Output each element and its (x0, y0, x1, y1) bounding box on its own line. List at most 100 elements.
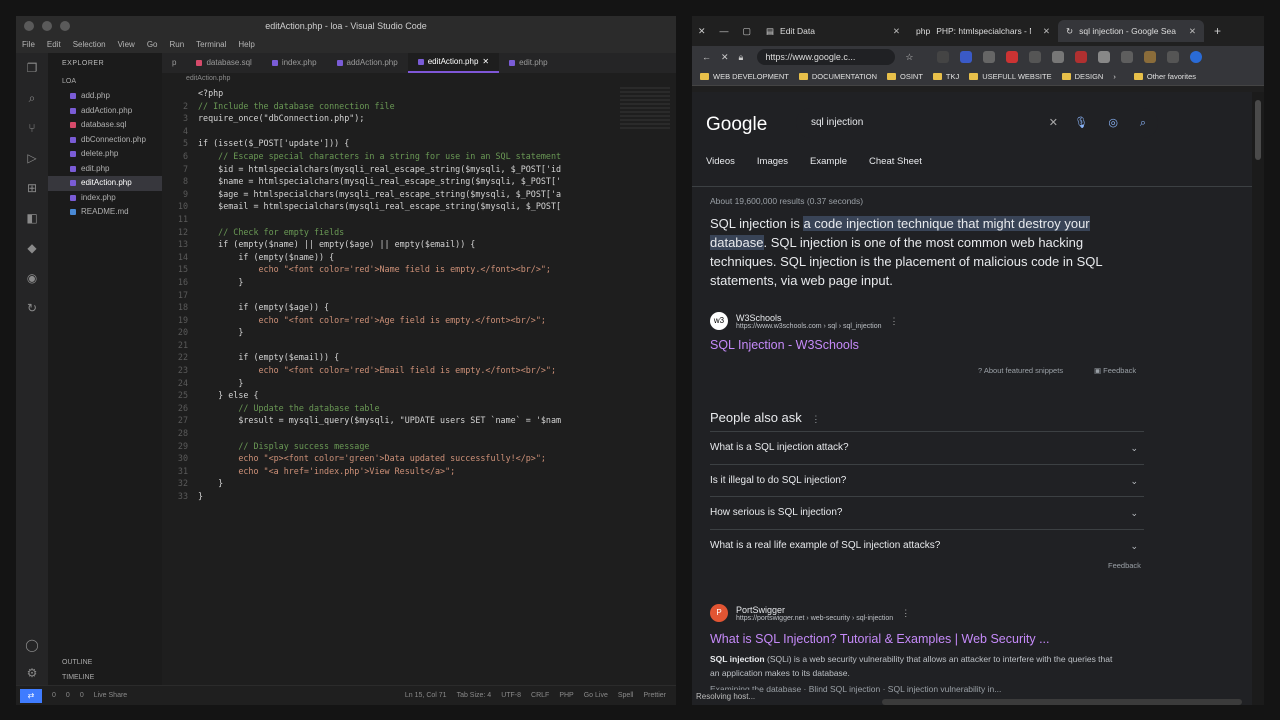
result-link-w3schools[interactable]: SQL Injection - W3Schools (710, 338, 859, 352)
minimap[interactable] (620, 87, 670, 129)
back-icon[interactable]: ← (702, 52, 711, 62)
extension-icon[interactable] (1006, 51, 1019, 63)
status-warnings[interactable]: 0 (66, 692, 70, 699)
new-tab-icon[interactable]: + (1214, 24, 1221, 38)
live-share-icon[interactable]: ↻ (25, 301, 39, 315)
maximize-window-icon[interactable]: ▢ (743, 26, 752, 37)
file-delete-php[interactable]: delete.php (48, 147, 162, 162)
bookmark-folder-documentation[interactable]: DOCUMENTATION (798, 72, 877, 81)
bookmark-folder-web-development[interactable]: WEB DEVELOPMENT (700, 72, 789, 81)
bookmark-folder-tkj[interactable]: TKJ (932, 72, 959, 81)
bookmark-folder-design[interactable]: DESIGN (1061, 72, 1103, 81)
file-database-sql[interactable]: database.sql (48, 118, 162, 133)
source-control-icon[interactable]: ⑂ (25, 121, 39, 135)
vertical-scrollbar[interactable] (1252, 92, 1264, 705)
sitelinks[interactable]: Examining the database · Blind SQL injec… (710, 682, 1120, 696)
account-icon[interactable]: ◯ (25, 638, 39, 652)
tab-editaction-php[interactable]: editAction.php ✕ (407, 52, 500, 73)
result-link-portswigger[interactable]: What is SQL Injection? Tutorial & Exampl… (710, 632, 1050, 646)
bookmark-folder-osint[interactable]: OSINT (887, 72, 923, 81)
paa-question[interactable]: How serious is SQL injection? ⌄ (710, 496, 1144, 528)
tab-index-php[interactable]: index.php (262, 53, 327, 73)
remote-explorer-icon[interactable]: ◧ (25, 211, 39, 225)
file-readme-md[interactable]: README.md (48, 205, 162, 220)
more-options-icon[interactable]: ⋮ (890, 316, 899, 327)
status-spell[interactable]: Spell (618, 692, 634, 699)
code-line[interactable]: 29 // Display success message (162, 440, 616, 453)
status-prettier[interactable]: Prettier (643, 692, 666, 699)
status-live-share[interactable]: Live Share (94, 692, 127, 699)
code-line[interactable]: 31 echo "<a href='index.php'>View Result… (162, 465, 616, 478)
extension-icon[interactable] (1121, 51, 1134, 63)
paa-question[interactable]: What is a real life example of SQL injec… (710, 529, 1144, 561)
lock-icon[interactable]: 🔒︎ (739, 52, 744, 63)
code-line[interactable]: 4 (162, 125, 616, 138)
file-editaction-php[interactable]: editAction.php (48, 176, 162, 191)
close-tab-icon[interactable]: ✕ (482, 52, 489, 72)
code-line[interactable]: 14 if (empty($name)) { (162, 251, 616, 264)
code-line[interactable]: 6 // Escape special characters in a stri… (162, 150, 616, 163)
status-eol[interactable]: CRLF (531, 692, 549, 699)
file-add-php[interactable]: add.php (48, 89, 162, 104)
menu-more-icon[interactable] (1167, 51, 1180, 63)
maximize-window-icon[interactable] (60, 21, 70, 31)
code-line[interactable]: 26 // Update the database table (162, 402, 616, 415)
search-icon[interactable]: ⌕ (1140, 108, 1146, 138)
file-addaction-php[interactable]: addAction.php (48, 104, 162, 119)
code-editor[interactable]: <?php 2 // Include the database connection… (162, 87, 616, 503)
stop-loading-icon[interactable]: ✕ (721, 52, 729, 63)
status-cursor-position[interactable]: Ln 15, Col 71 (405, 692, 447, 699)
file-edit-php[interactable]: edit.php (48, 162, 162, 177)
status-encoding[interactable]: UTF-8 (501, 692, 521, 699)
docker-icon[interactable]: ◆ (25, 241, 39, 255)
filter-videos[interactable]: Videos (706, 156, 735, 167)
timeline-panel[interactable]: TIMELINE (48, 670, 162, 685)
more-options-icon[interactable]: ⋮ (811, 414, 820, 424)
extension-icon[interactable] (937, 51, 950, 63)
code-line[interactable]: 9 $age = htmlspecialchars(mysqli_real_es… (162, 188, 616, 201)
code-line[interactable]: 11 (162, 213, 616, 226)
files-icon[interactable]: ❐ (25, 61, 39, 75)
google-logo[interactable]: Google (706, 114, 767, 136)
tab-database-sql[interactable]: database.sql (186, 53, 261, 73)
explorer-folder-loa[interactable]: LOA (48, 75, 162, 89)
menu-help[interactable]: Help (238, 36, 254, 53)
breadcrumb[interactable]: editAction.php (162, 73, 676, 85)
tab-addaction-php[interactable]: addAction.php (327, 53, 408, 73)
close-window-icon[interactable] (24, 21, 34, 31)
filter-example[interactable]: Example (810, 156, 847, 167)
code-line[interactable]: 7 $id = htmlspecialchars(mysqli_real_esc… (162, 163, 616, 176)
code-line[interactable]: 20 } (162, 326, 616, 339)
menu-terminal[interactable]: Terminal (196, 36, 226, 53)
code-line[interactable]: 25 } else { (162, 389, 616, 402)
code-line[interactable]: 16 } (162, 276, 616, 289)
menu-run[interactable]: Run (169, 36, 184, 53)
filter-cheat-sheet[interactable]: Cheat Sheet (869, 156, 922, 167)
profile-avatar[interactable] (1144, 51, 1157, 63)
manage-gear-icon[interactable]: ⚙ (25, 666, 39, 680)
browser-tab-php-htmlspecialchars[interactable]: php PHP: htmlspecialchars - M ✕ (908, 20, 1058, 42)
favorite-star-icon[interactable]: ☆ (905, 52, 913, 63)
status-go-live[interactable]: Go Live (584, 692, 608, 699)
browser-tab-edit-data[interactable]: ▤ Edit Data ✕ (758, 20, 908, 42)
minimize-window-icon[interactable]: — (720, 26, 729, 37)
code-line[interactable]: 22 if (empty($email)) { (162, 351, 616, 364)
extension-icon[interactable] (1098, 51, 1111, 63)
extension-icon[interactable] (1052, 51, 1065, 63)
menu-selection[interactable]: Selection (73, 36, 106, 53)
close-tab-icon[interactable]: ✕ (893, 26, 900, 37)
browser-tab-sql-injection[interactable]: ↻ sql injection - Google Sea ✕ (1058, 20, 1204, 42)
file-dbconnection-php[interactable]: dbConnection.php (48, 133, 162, 148)
file-index-php[interactable]: index.php (48, 191, 162, 206)
about-featured-snippets[interactable]: ? About featured snippets (978, 366, 1063, 375)
tab-p[interactable]: p (162, 53, 186, 73)
paa-feedback-link[interactable]: Feedback (1108, 561, 1141, 570)
extension-icon[interactable] (1029, 51, 1042, 63)
search-icon[interactable]: ⌕ (25, 91, 39, 105)
scrollbar-thumb[interactable] (1255, 100, 1261, 160)
outline-panel[interactable]: OUTLINE (48, 655, 162, 670)
source-portswigger[interactable]: P PortSwigger https://portswigger.net › … (710, 604, 910, 622)
extension-icon[interactable] (1075, 51, 1088, 63)
code-line[interactable]: 3 require_once("dbConnection.php"); (162, 112, 616, 125)
voice-search-icon[interactable]: 🎙︎ (1074, 108, 1088, 138)
